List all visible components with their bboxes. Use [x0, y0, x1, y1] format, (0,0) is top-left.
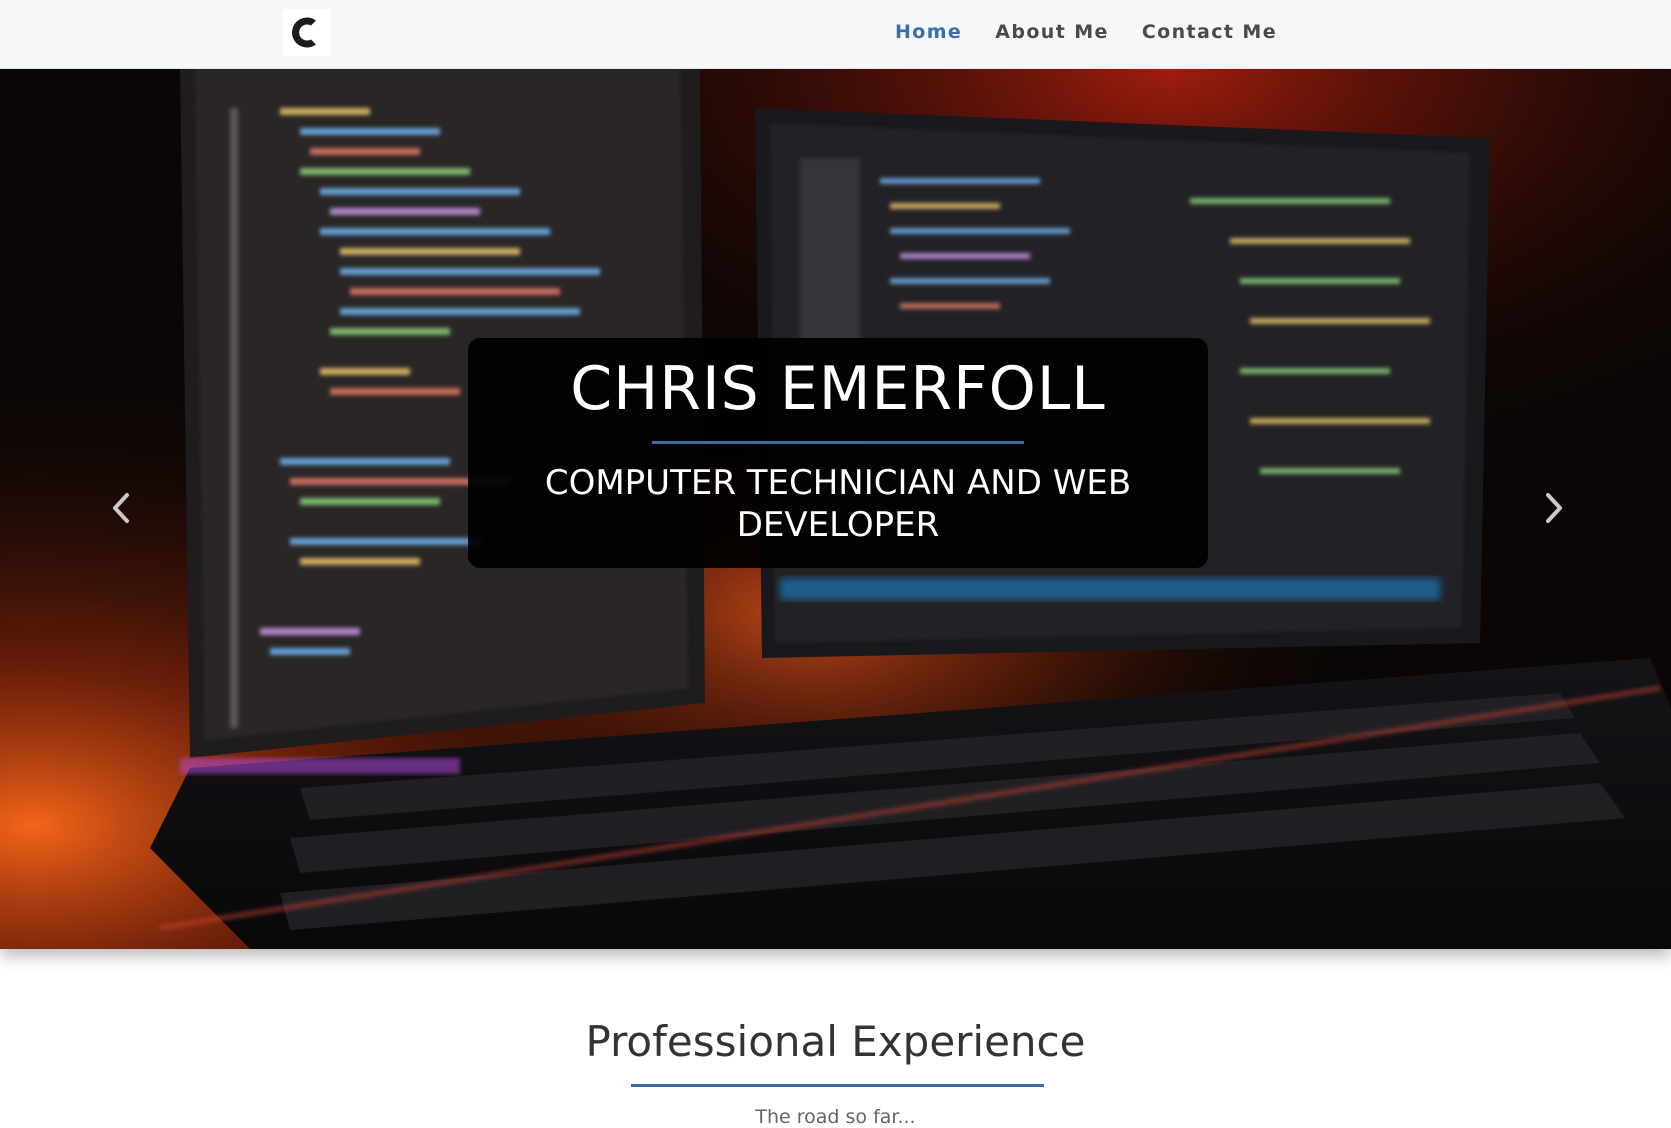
carousel-next-button[interactable] — [1534, 483, 1574, 533]
hero-title: CHRIS EMERFOLL — [570, 354, 1106, 424]
section-title: Professional Experience — [585, 1017, 1086, 1066]
section-title-divider — [631, 1084, 1044, 1087]
hero-caption: CHRIS EMERFOLL COMPUTER TECHNICIAN AND W… — [468, 338, 1208, 568]
chevron-left-icon — [113, 493, 129, 523]
nav-about-link[interactable]: About Me — [995, 21, 1109, 43]
nav-home-link[interactable]: Home — [895, 21, 962, 43]
hero-subtitle: COMPUTER TECHNICIAN AND WEB DEVELOPER — [544, 463, 1132, 545]
top-navbar: Home About Me Contact Me — [0, 0, 1671, 69]
carousel-prev-button[interactable] — [101, 483, 141, 533]
main-nav: Home About Me Contact Me — [895, 0, 1277, 64]
hero-carousel: CHRIS EMERFOLL COMPUTER TECHNICIAN AND W… — [0, 68, 1671, 949]
c-logo-icon[interactable] — [283, 9, 330, 56]
nav-contact-link[interactable]: Contact Me — [1142, 21, 1277, 43]
chevron-right-icon — [1546, 493, 1562, 523]
hero-title-divider — [652, 441, 1024, 444]
